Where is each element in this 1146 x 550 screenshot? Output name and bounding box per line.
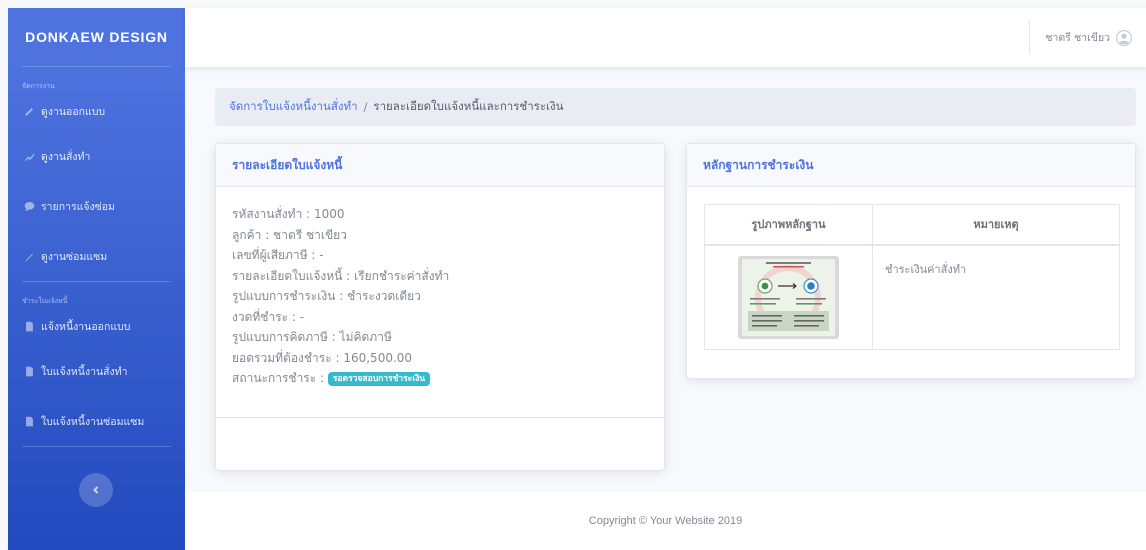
sidebar-item-design-invoices[interactable]: แจ้งหนี้งานออกแบบ bbox=[8, 306, 185, 346]
sidebar-item-label: แจ้งหนี้งานออกแบบ bbox=[41, 320, 131, 333]
breadcrumb-parent-link[interactable]: จัดการใบแจ้งหนี้งานสั่งทำ bbox=[229, 98, 358, 116]
topbar-divider bbox=[1029, 20, 1030, 54]
user-dropdown[interactable]: ชาตรี ชาเขียว bbox=[1045, 8, 1132, 67]
sidebar-item-repair-invoices[interactable]: ใบแจ้งหนี้งานซ่อมแซม bbox=[8, 396, 185, 446]
file-icon bbox=[22, 414, 36, 428]
evidence-note-cell: ชำระเงินค่าสั่งทำ bbox=[872, 244, 1120, 350]
table-row: ชำระเงินค่าสั่งทำ bbox=[704, 244, 1120, 350]
card-divider bbox=[216, 417, 664, 418]
file-icon bbox=[22, 364, 36, 378]
sidebar-item-label: ใบแจ้งหนี้งานซ่อมแซม bbox=[41, 415, 145, 428]
detail-total-amount: ยอดรวมที่ต้องชำระ : 160,500.00 bbox=[232, 350, 413, 365]
sidebar-divider bbox=[22, 66, 171, 67]
payment-slip-image[interactable] bbox=[738, 255, 839, 339]
breadcrumb: จัดการใบแจ้งหนี้งานสั่งทำ / รายละเอียดใบ… bbox=[215, 88, 1136, 126]
pencil-icon bbox=[22, 104, 36, 118]
file-icon bbox=[22, 319, 36, 333]
sidebar-divider bbox=[22, 281, 171, 282]
chevron-left-icon bbox=[93, 486, 99, 494]
user-name: ชาตรี ชาเขียว bbox=[1045, 32, 1110, 44]
detail-installment: งวดที่ชำระ : - bbox=[232, 309, 305, 324]
sidebar: DONKAEW DESIGN จัดการงาน ดูงานออกแบบ ดูง… bbox=[8, 8, 185, 550]
detail-payment-method: รูปแบบการชำระเงิน : ชำระงวดเดียว bbox=[232, 289, 421, 303]
sidebar-item-view-repairs[interactable]: ดูงานซ่อมแซม bbox=[8, 231, 185, 281]
sidebar-item-order-invoices[interactable]: ใบแจ้งหนี้งานสั่งทำ bbox=[8, 346, 185, 396]
pen-icon bbox=[22, 249, 36, 263]
table-header-row: รูปภาพหลักฐาน หมายเหตุ bbox=[704, 204, 1120, 246]
status-badge: รอตรวจสอบการชำระเงิน bbox=[327, 372, 431, 386]
invoice-details: รหัสงานสั่งทำ : 1000 ลูกค้า : ชาตรี ชาเข… bbox=[216, 187, 664, 406]
sidebar-divider bbox=[22, 446, 171, 447]
sidebar-item-view-orders[interactable]: ดูงานสั่งทำ bbox=[8, 131, 185, 181]
detail-customer: ลูกค้า : ชาตรี ชาเขียว bbox=[232, 227, 347, 242]
sidebar-item-label: ดูงานซ่อมแซม bbox=[41, 250, 108, 263]
column-header-note: หมายเหตุ bbox=[872, 204, 1120, 246]
sidebar-toggle-button[interactable] bbox=[79, 473, 113, 507]
sidebar-item-label: ใบแจ้งหนี้งานสั่งทำ bbox=[41, 365, 128, 378]
column-header-image: รูปภาพหลักฐาน bbox=[704, 204, 873, 246]
breadcrumb-separator: / bbox=[363, 100, 368, 114]
sidebar-item-repair-requests[interactable]: รายการแจ้งซ่อม bbox=[8, 181, 185, 231]
detail-invoice-description: รายละเอียดใบแจ้งหนี้ : เรียกชำระค่าสั่งท… bbox=[232, 268, 450, 283]
detail-tax-id: เลขที่ผู้เสียภาษี : - bbox=[232, 248, 324, 262]
evidence-image-cell bbox=[704, 244, 873, 350]
evidence-table: รูปภาพหลักฐาน หมายเหตุ ชำระเงินค่าสั่งทำ bbox=[704, 204, 1120, 350]
chart-line-icon bbox=[22, 149, 36, 163]
breadcrumb-current: รายละเอียดใบแจ้งหนี้และการชำระเงิน bbox=[373, 99, 564, 113]
sidebar-item-label: ดูงานสั่งทำ bbox=[41, 150, 91, 163]
invoice-details-card: รายละเอียดใบแจ้งหนี้ รหัสงานสั่งทำ : 100… bbox=[215, 143, 665, 471]
card-title: หลักฐานการชำระเงิน bbox=[687, 144, 1135, 187]
user-avatar-icon bbox=[1116, 29, 1132, 46]
sidebar-item-view-design[interactable]: ดูงานออกแบบ bbox=[8, 91, 185, 131]
detail-payment-status: สถานะการชำระ : รอตรวจสอบการชำระเงิน bbox=[232, 368, 648, 389]
brand-logo[interactable]: DONKAEW DESIGN bbox=[8, 8, 185, 66]
payment-evidence-card: หลักฐานการชำระเงิน รูปภาพหลักฐาน หมายเหต… bbox=[686, 143, 1136, 379]
footer: Copyright © Your Website 2019 bbox=[185, 492, 1146, 550]
detail-job-id: รหัสงานสั่งทำ : 1000 bbox=[232, 207, 345, 221]
copyright-text: Copyright © Your Website 2019 bbox=[588, 515, 743, 527]
sidebar-heading-invoices: ชำระใบแจ้งหนี้ bbox=[22, 297, 68, 305]
status-label: สถานะการชำระ : bbox=[232, 371, 325, 385]
sidebar-heading-manage: จัดการงาน bbox=[22, 82, 55, 90]
comment-icon bbox=[22, 199, 36, 213]
sidebar-item-label: รายการแจ้งซ่อม bbox=[41, 200, 115, 213]
detail-tax-method: รูปแบบการคิดภาษี : ไม่คิดภาษี bbox=[232, 330, 392, 344]
topbar: ชาตรี ชาเขียว bbox=[185, 8, 1146, 67]
sidebar-item-label: ดูงานออกแบบ bbox=[41, 105, 106, 118]
card-title: รายละเอียดใบแจ้งหนี้ bbox=[216, 144, 664, 187]
